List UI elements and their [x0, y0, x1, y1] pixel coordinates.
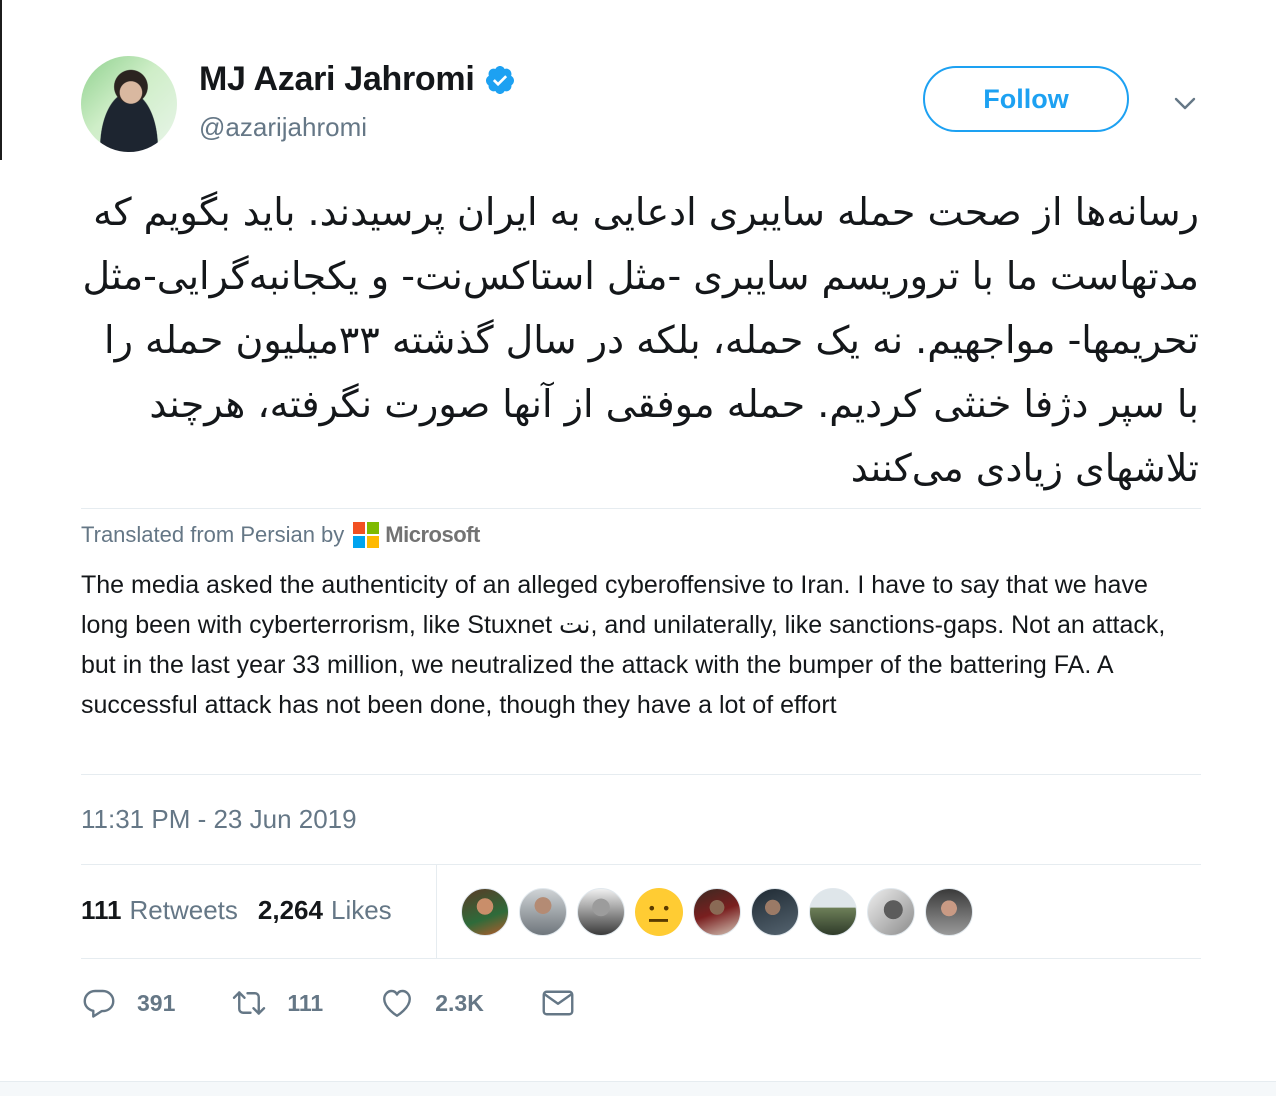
- page-footer-strip: [0, 1081, 1276, 1096]
- reply-action[interactable]: 391: [81, 985, 175, 1021]
- tweet-header: MJ Azari Jahromi @azarijahromi Follow: [81, 56, 1201, 152]
- retweet-icon[interactable]: [231, 985, 267, 1021]
- window-edge: [0, 0, 2, 160]
- mail-icon[interactable]: [540, 985, 576, 1021]
- tweet-text: رسانه‌ها از صحت حمله سایبری ادعایی به ای…: [82, 190, 1199, 490]
- liker-avatar[interactable]: [519, 888, 567, 936]
- author-name-row[interactable]: MJ Azari Jahromi: [199, 60, 516, 99]
- divider: [81, 958, 1201, 959]
- translated-label: Translated from Persian by: [81, 522, 345, 547]
- liker-avatar[interactable]: [577, 888, 625, 936]
- retweet-action[interactable]: 111: [231, 985, 323, 1021]
- tweet-stats: 111 Retweets 2,264 Likes: [81, 865, 1201, 959]
- verified-badge-icon: [486, 65, 515, 94]
- translated-text: The media asked the authenticity of an a…: [81, 571, 1166, 719]
- stats-divider: [436, 865, 437, 959]
- liker-avatar[interactable]: [635, 888, 683, 936]
- retweets-label[interactable]: Retweets: [130, 895, 238, 926]
- message-action[interactable]: [540, 985, 576, 1021]
- liker-avatar[interactable]: [925, 888, 973, 936]
- liker-avatars: [461, 888, 983, 936]
- divider: [81, 508, 1201, 509]
- reply-icon[interactable]: [81, 985, 117, 1021]
- divider: [81, 774, 1201, 775]
- liker-avatar[interactable]: [867, 888, 915, 936]
- like-action[interactable]: 2.3K: [379, 985, 484, 1021]
- likes-label[interactable]: Likes: [331, 895, 392, 926]
- stats-counts: 111 Retweets 2,264 Likes: [81, 895, 412, 926]
- liker-avatar[interactable]: [809, 888, 857, 936]
- liker-avatar[interactable]: [693, 888, 741, 936]
- follow-button[interactable]: Follow: [923, 66, 1129, 132]
- heart-icon[interactable]: [379, 985, 415, 1021]
- author-display-name[interactable]: MJ Azari Jahromi: [199, 60, 475, 99]
- microsoft-logo-icon: [353, 522, 380, 548]
- tweet-timestamp[interactable]: 11:31 PM - 23 Jun 2019: [81, 804, 357, 835]
- translator-name[interactable]: Microsoft: [385, 522, 480, 548]
- retweets-count[interactable]: 111: [81, 895, 122, 926]
- like-count: 2.3K: [435, 989, 484, 1016]
- likes-count[interactable]: 2,264: [258, 895, 323, 926]
- liker-avatar[interactable]: [751, 888, 799, 936]
- retweet-count: 111: [287, 989, 324, 1016]
- translation-attribution: Translated from Persian by Microsoft: [81, 522, 480, 548]
- liker-avatar[interactable]: [461, 888, 509, 936]
- author-avatar[interactable]: [81, 56, 177, 152]
- chevron-down-icon[interactable]: [1173, 92, 1197, 116]
- tweet-actions: 391 111 2.3K: [81, 985, 632, 1021]
- reply-count: 391: [137, 989, 176, 1016]
- author-handle[interactable]: @azarijahromi: [199, 112, 367, 143]
